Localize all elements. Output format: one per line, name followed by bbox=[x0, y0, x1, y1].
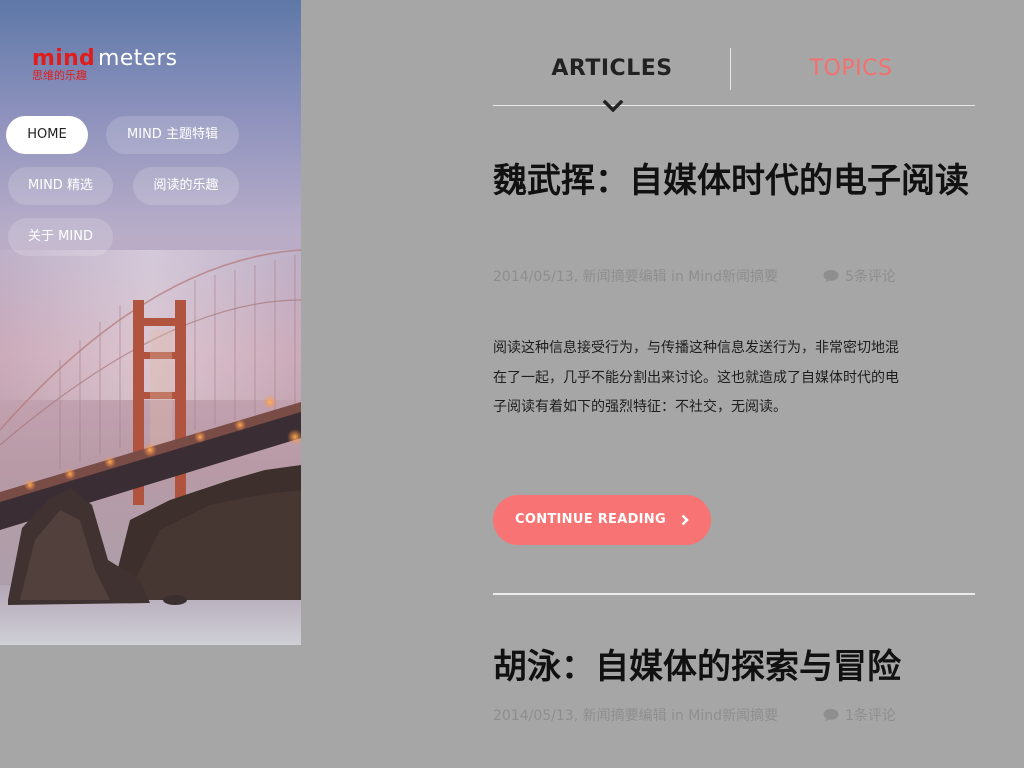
post-comments-count: 1条评论 bbox=[845, 708, 896, 724]
nav-item-about[interactable]: 关于 MIND bbox=[8, 218, 113, 256]
logo-meters-text: meters bbox=[98, 46, 178, 71]
post-in-label: in bbox=[671, 708, 684, 724]
post-comments-count: 5条评论 bbox=[845, 269, 896, 285]
post-category[interactable]: Mind新闻摘要 bbox=[688, 708, 778, 724]
post-date: 2014/05/13 bbox=[493, 269, 574, 285]
logo-tagline: 思维的乐趣 bbox=[32, 69, 87, 82]
nav-item-mind-topics[interactable]: MIND 主题特辑 bbox=[106, 116, 239, 154]
nav-item-reading-joy[interactable]: 阅读的乐趣 bbox=[133, 167, 239, 205]
nav-item-home[interactable]: HOME bbox=[6, 116, 88, 154]
tab-articles[interactable]: ARTICLES bbox=[540, 54, 684, 84]
post-author[interactable]: 新闻摘要编辑 bbox=[583, 708, 667, 724]
post-title[interactable]: 魏武挥：自媒体时代的电子阅读 bbox=[493, 157, 983, 206]
post-meta: 2014/05/13, 新闻摘要编辑 in Mind新闻摘要 5条评论 bbox=[493, 269, 896, 285]
post-divider bbox=[493, 593, 975, 595]
chevron-down-icon bbox=[602, 100, 624, 112]
post-excerpt: 阅读这种信息接受行为，与传播这种信息发送行为，非常密切地混在了一起，几乎不能分割… bbox=[493, 340, 899, 415]
tab-topics[interactable]: TOPICS bbox=[790, 54, 912, 84]
post-meta: 2014/05/13, 新闻摘要编辑 in Mind新闻摘要 1条评论 bbox=[493, 708, 896, 724]
tab-divider bbox=[730, 48, 731, 90]
post-date: 2014/05/13 bbox=[493, 708, 574, 724]
post-author[interactable]: 新闻摘要编辑 bbox=[583, 269, 667, 285]
continue-reading-label: CONTINUE READING bbox=[515, 512, 666, 527]
post-comments-link[interactable]: 5条评论 bbox=[823, 267, 896, 287]
tabs-underline bbox=[493, 105, 975, 106]
nav-item-mind-selected[interactable]: MIND 精选 bbox=[8, 167, 113, 205]
golden-gate-bridge-image bbox=[0, 0, 301, 645]
post-in-label: in bbox=[671, 269, 684, 285]
continue-reading-button[interactable]: CONTINUE READING bbox=[493, 495, 711, 545]
comment-icon bbox=[823, 270, 839, 283]
post-comments-link[interactable]: 1条评论 bbox=[823, 706, 896, 726]
post-title[interactable]: 胡泳：自媒体的探索与冒险 bbox=[493, 643, 983, 692]
post-category[interactable]: Mind新闻摘要 bbox=[688, 269, 778, 285]
comment-icon bbox=[823, 709, 839, 722]
hero-panel: mind meters 思维的乐趣 HOME MIND 主题特辑 MIND 精选… bbox=[0, 0, 301, 645]
chevron-right-icon bbox=[681, 514, 689, 526]
